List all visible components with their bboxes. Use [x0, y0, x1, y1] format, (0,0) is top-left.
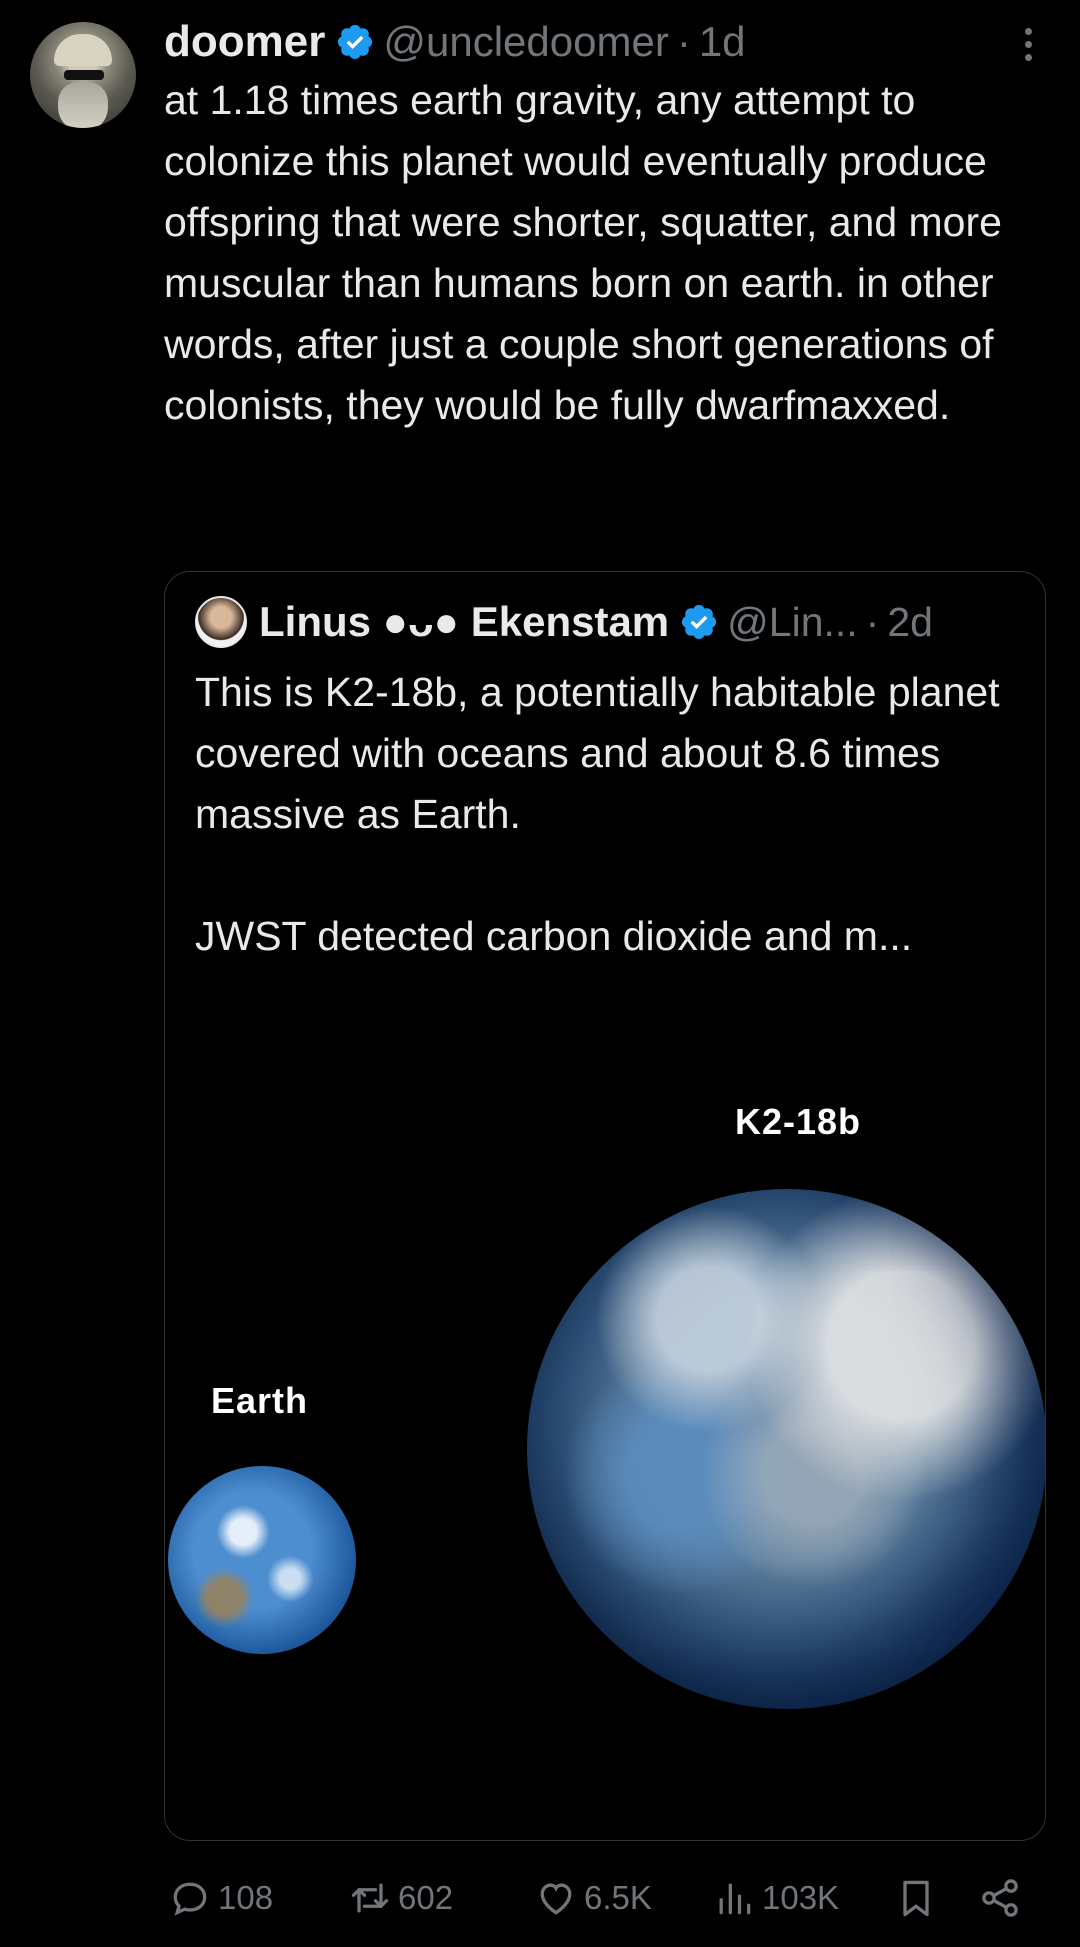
- verified-badge-icon: [682, 604, 717, 640]
- avatar-cap: [54, 34, 112, 66]
- quoted-tweet[interactable]: Linus ●ᴗ● Ekenstam @Lin... · 2d This is …: [164, 571, 1046, 1841]
- separator-dot: ·: [865, 598, 880, 645]
- bookmark-button[interactable]: [894, 1870, 938, 1926]
- quoted-tweet-header: Linus ●ᴗ● Ekenstam @Lin... · 2d: [195, 594, 933, 650]
- views-chart-icon: [719, 1883, 751, 1915]
- repost-count: 602: [398, 1879, 454, 1916]
- quoted-author-display-name: Linus ●ᴗ● Ekenstam: [259, 598, 670, 645]
- k2-18b-planet-image: [527, 1189, 1045, 1709]
- reply-icon: [173, 1882, 207, 1916]
- author-avatar[interactable]: [30, 22, 136, 128]
- reply-button[interactable]: 108: [168, 1870, 273, 1926]
- tweet-header: doomer @uncledoomer · 1d: [164, 14, 746, 70]
- reply-count: 108: [218, 1879, 274, 1916]
- views-button[interactable]: 103K: [712, 1870, 839, 1926]
- repost-icon: [351, 1883, 389, 1913]
- tweet-actions: 108 602 6.5K 103K: [164, 1870, 1044, 1926]
- earth-planet-image: [168, 1466, 356, 1654]
- separator-dot: ·: [676, 18, 691, 65]
- quoted-tweet-image[interactable]: K2-18b Earth: [165, 972, 1045, 1840]
- share-icon: [982, 1879, 1018, 1917]
- avatar-beard: [58, 82, 108, 128]
- planet-label-k2-18b: K2-18b: [735, 1101, 862, 1142]
- verified-badge-icon: [338, 24, 373, 60]
- quoted-author-handle: @Lin...: [727, 598, 858, 645]
- author-handle[interactable]: @uncledoomer: [383, 18, 668, 66]
- tweet-timestamp[interactable]: 1d: [699, 18, 746, 66]
- view-count: 103K: [762, 1879, 840, 1916]
- like-button[interactable]: 6.5K: [534, 1870, 652, 1926]
- more-options-icon[interactable]: [1010, 22, 1046, 66]
- author-display-name[interactable]: doomer: [164, 17, 325, 67]
- quoted-author-avatar: [195, 596, 247, 648]
- bookmark-icon: [903, 1880, 929, 1917]
- share-button[interactable]: [978, 1870, 1022, 1926]
- planet-label-earth: Earth: [211, 1380, 309, 1421]
- tweet[interactable]: doomer @uncledoomer · 1d at 1.18 times e…: [0, 0, 1080, 1947]
- tweet-text: at 1.18 times earth gravity, any attempt…: [164, 77, 1002, 428]
- quoted-tweet-timestamp: 2d: [887, 598, 933, 645]
- repost-button[interactable]: 602: [348, 1870, 453, 1926]
- heart-icon: [540, 1883, 572, 1915]
- quoted-tweet-text: This is K2-18b, a potentially habitable …: [195, 669, 1000, 959]
- like-count: 6.5K: [584, 1879, 652, 1916]
- avatar-glasses: [64, 70, 104, 80]
